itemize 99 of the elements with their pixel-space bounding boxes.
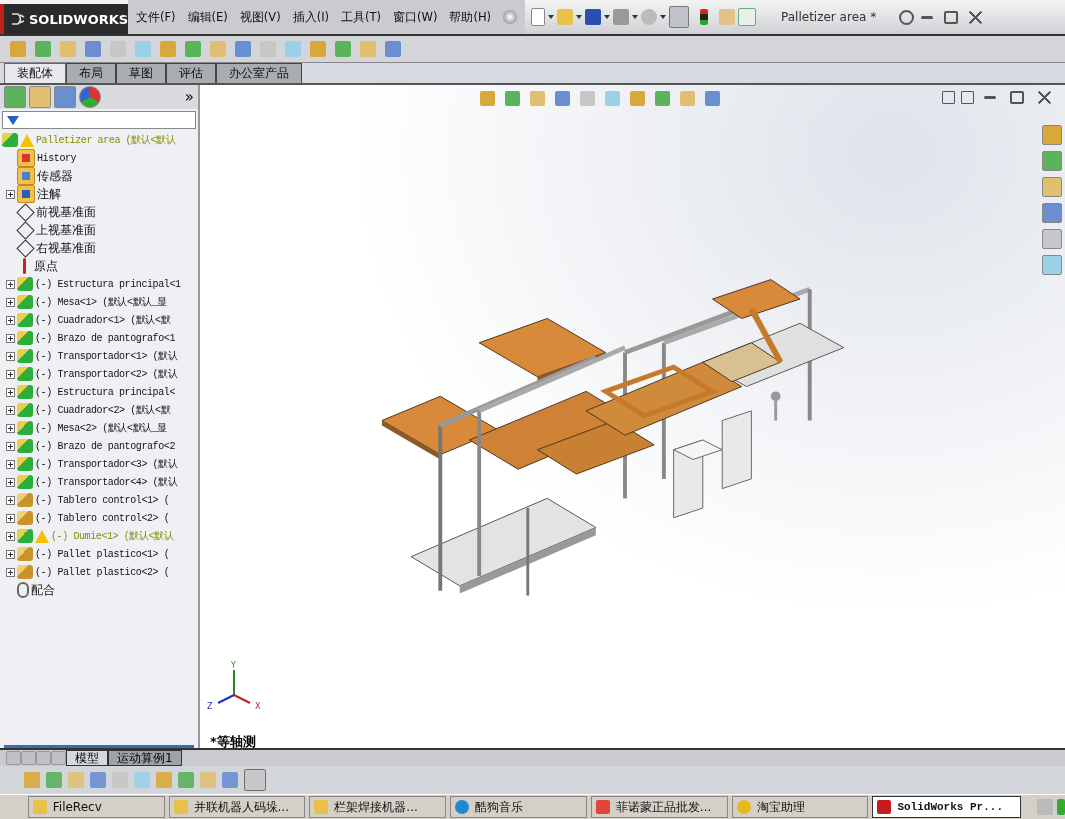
last-icon[interactable] (51, 751, 66, 765)
tab[interactable]: 装配体 (4, 63, 66, 83)
menu-item[interactable]: 插入(I) (292, 9, 330, 25)
expand-icon[interactable] (6, 333, 15, 343)
expand-icon[interactable]: » (184, 88, 194, 106)
menu-item[interactable]: 工具(T) (341, 9, 382, 25)
split-icon[interactable] (961, 91, 974, 104)
caret-icon[interactable] (632, 15, 639, 19)
tree-item[interactable]: 右视基准面 (36, 239, 96, 257)
menu-item[interactable]: 编辑(E) (187, 9, 228, 25)
origin-icon (23, 258, 26, 274)
tree-item[interactable]: (-) Mesa<2> (默认<默认_显 (35, 421, 167, 435)
expand-icon[interactable] (6, 369, 15, 379)
next-icon[interactable] (36, 751, 51, 765)
taskbar-button[interactable]: SolidWorks Pr... (872, 796, 1021, 818)
tab[interactable]: 评估 (166, 63, 216, 83)
letter-folder-icon (17, 185, 35, 203)
tree-item[interactable]: (-) Cuadrador<2> (默认<默 (35, 403, 171, 417)
expand-icon[interactable] (6, 423, 15, 433)
expand-icon[interactable] (6, 513, 15, 523)
tree-item[interactable]: (-) Pallet plastico<2> ( (35, 566, 170, 578)
app-logo: SOLIDWORKS (0, 4, 128, 34)
checklist-icon[interactable] (738, 8, 757, 26)
tab[interactable]: 布局 (66, 63, 116, 83)
menu-item[interactable]: 窗口(W) (393, 9, 438, 25)
tab[interactable]: 模型 (66, 750, 108, 766)
expand-icon[interactable] (6, 351, 15, 361)
tree-item[interactable]: History (37, 152, 77, 164)
taskbar-button[interactable]: 菲诺蒙正品批发... (590, 796, 728, 818)
tab[interactable]: 办公室产品 (216, 63, 302, 83)
menu-item[interactable]: 视图(V) (239, 9, 281, 25)
restore-icon[interactable] (1010, 91, 1024, 104)
tree-item[interactable]: (-) Transportador<2> (默认 (35, 367, 178, 381)
minimize-icon[interactable] (984, 96, 996, 99)
previous-icon[interactable] (21, 751, 36, 765)
expand-icon[interactable] (6, 441, 15, 451)
part-icon (17, 493, 33, 507)
tree-item[interactable]: (-) Pallet plastico<1> ( (35, 548, 170, 560)
expand-icon[interactable] (6, 387, 15, 397)
music-icon (455, 800, 470, 814)
taskbar-button[interactable]: 酷狗音乐 (450, 796, 587, 818)
expand-icon[interactable] (6, 477, 15, 487)
document-title: Palletizer area * (781, 10, 877, 24)
tree-item[interactable]: (-) Mesa<1> (默认<默认_显 (35, 295, 167, 309)
expand-icon[interactable] (6, 315, 15, 325)
tree-item[interactable]: 上视基准面 (36, 221, 96, 239)
expand-icon[interactable] (6, 495, 15, 505)
axis-label: X (255, 702, 261, 710)
taskbar-button[interactable]: 栏架焊接机器... (309, 796, 447, 818)
tree-item[interactable]: 配合 (31, 581, 55, 599)
menu-item[interactable]: 文件(F) (136, 9, 176, 25)
first-icon[interactable] (6, 751, 21, 765)
part-icon (17, 547, 33, 561)
tree-item[interactable]: 注解 (37, 185, 61, 203)
expand-icon[interactable] (6, 189, 15, 199)
tree-item[interactable]: (-) Brazo de pantografo<1 (35, 332, 176, 344)
help-icon[interactable] (899, 9, 915, 25)
tree-item[interactable]: (-) Tablero control<2> ( (35, 512, 170, 524)
expand-icon[interactable] (6, 531, 15, 541)
tree-item[interactable]: (-) Transportador<1> (默认 (35, 349, 178, 363)
expand-icon[interactable] (6, 567, 15, 577)
split-icon[interactable] (942, 91, 955, 104)
taskbar-button[interactable]: FileRecv (27, 796, 165, 818)
part-icon (17, 565, 33, 579)
gauge-folder-icon (17, 167, 35, 185)
axis-triad-drawing (217, 669, 251, 704)
taskbar-button[interactable]: 淘宝助理 (731, 796, 869, 818)
tree-item[interactable]: 传感器 (37, 167, 73, 185)
tree-item[interactable]: (-) Transportador<4> (默认 (35, 475, 178, 489)
axis-label: Y (231, 661, 236, 670)
expand-icon[interactable] (6, 549, 15, 559)
tree-item[interactable]: (-) Tablero control<1> ( (35, 494, 170, 506)
tree-item[interactable]: (-) Cuadrador<1> (默认<默 (35, 313, 171, 327)
tab[interactable]: 运动算例1 (108, 750, 182, 766)
tree-item[interactable]: (-) Estructura principal< (35, 386, 176, 398)
expand-icon[interactable] (6, 459, 15, 469)
part-icon (17, 511, 33, 525)
view-name: *等轴测 (210, 733, 256, 748)
tree-item[interactable]: 前视基准面 (36, 203, 96, 221)
close-icon[interactable] (969, 10, 983, 24)
tree-item[interactable]: (-) Brazo de pantografo<2 (35, 440, 176, 452)
maximize-icon[interactable] (944, 10, 959, 24)
tab[interactable]: 草图 (116, 63, 166, 83)
menu-item[interactable]: 帮助(H) (449, 9, 492, 25)
tree-item[interactable]: 原点 (34, 257, 58, 275)
minimize-icon[interactable] (921, 15, 934, 19)
tree-item[interactable]: (-) Transportador<3> (默认 (35, 457, 178, 471)
traffic-light-icon[interactable] (700, 9, 709, 25)
battery-icon[interactable] (1057, 799, 1065, 815)
clock-folder-icon (17, 149, 35, 167)
expand-icon[interactable] (6, 279, 15, 289)
filter-field[interactable] (2, 111, 196, 129)
expand-icon[interactable] (6, 405, 15, 415)
tree-item[interactable]: (-) Estructura principal<1 (35, 278, 181, 290)
close-icon[interactable] (1038, 91, 1051, 104)
taskbar-button[interactable]: 并联机器人码垛... (168, 796, 306, 818)
axis-label: Z (207, 702, 213, 710)
expand-icon[interactable] (6, 297, 15, 307)
scrollbar[interactable] (4, 745, 194, 748)
